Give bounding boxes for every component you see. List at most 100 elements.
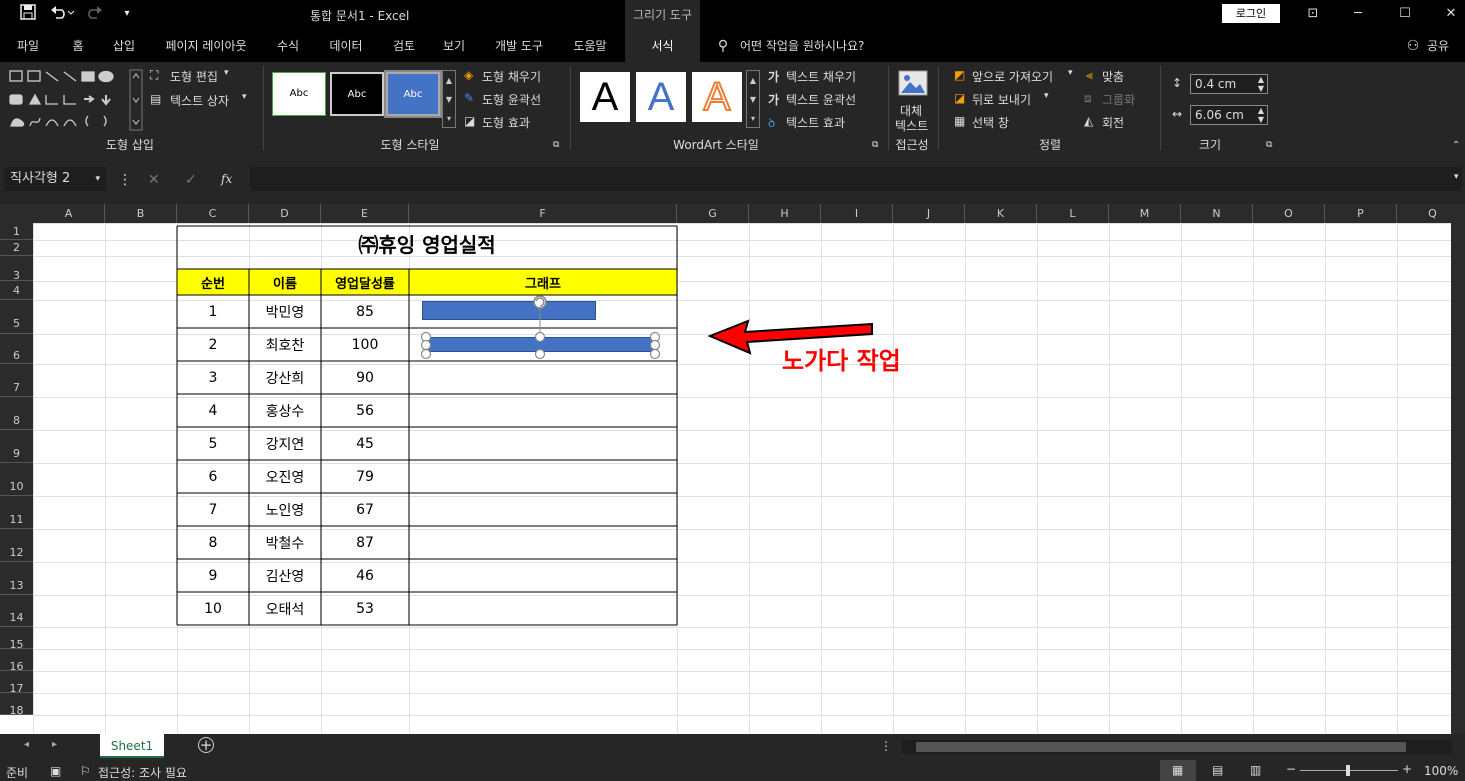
name-box[interactable]: 직사각형 2 ▾ (4, 167, 106, 191)
edit-shape-button[interactable]: 도형 편집 (170, 68, 218, 85)
tab-view[interactable]: 보기 (434, 30, 474, 62)
group-button[interactable]: 그룹화 (1102, 91, 1135, 108)
drawing-tools-context: 그리기 도구 (625, 0, 700, 30)
maximize-icon[interactable]: ☐ (1390, 5, 1420, 23)
shape-height-input[interactable]: 0.4 cm ▲ ▼ (1190, 74, 1268, 94)
tab-file[interactable]: 파일 (4, 30, 52, 62)
tab-data[interactable]: 데이터 (320, 30, 372, 62)
gallery-scroll[interactable]: ▲ ▼ ▾ (442, 70, 456, 128)
name-box-value: 직사각형 2 (10, 171, 71, 186)
tab-formulas[interactable]: 수식 (268, 30, 308, 62)
zoom-out-icon[interactable]: − (1286, 762, 1296, 776)
page-layout-view-icon[interactable]: ▤ (1212, 763, 1223, 777)
accessibility-status[interactable]: 접근성: 조사 필요 (98, 764, 187, 781)
worksheet[interactable]: ABCDEFGHIJKLMNOPQ 1 2 3 4 5 6 7 8 9 10 11 12 13 14 15 1… (0, 204, 1465, 734)
bring-forward-button[interactable]: 앞으로 가져오기 (972, 68, 1053, 85)
cancel-icon[interactable]: ✕ (148, 172, 160, 188)
send-backward-icon: ◪ (954, 91, 966, 105)
alt-text-label-2[interactable]: 텍스트 (895, 117, 928, 134)
gallery-scroll[interactable]: ▲ ▼ ▾ (746, 70, 760, 128)
zoom-slider-thumb[interactable] (1346, 765, 1350, 776)
tab-page-layout[interactable]: 페이지 레이아웃 (156, 30, 256, 62)
annotation-text: 노가다 작업 (782, 347, 901, 375)
status-bar: 준비 ▣ ⚐ 접근성: 조사 필요 ▦ ▤ ▥ − + 100% (0, 760, 1465, 781)
chevron-down-icon[interactable]: ▾ (95, 167, 100, 191)
add-sheet-button[interactable]: + (198, 737, 214, 753)
shape-width-input[interactable]: 6.06 cm ▲ ▼ (1190, 105, 1268, 125)
horizontal-scrollbar[interactable] (902, 740, 1452, 754)
save-icon[interactable] (18, 4, 38, 24)
more-icon[interactable]: ⋮ (880, 739, 892, 753)
tab-home[interactable]: 홈 (60, 30, 96, 62)
tab-format[interactable]: 서식 (625, 30, 700, 62)
normal-view-icon: ▦ (1172, 763, 1184, 777)
more-icon[interactable]: ⋮ (118, 172, 132, 188)
formula-bar: 직사각형 2 ▾ ⋮ ✕ ✓ fx ▾ (0, 154, 1465, 204)
text-outline-button[interactable]: 텍스트 윤곽선 (786, 91, 856, 108)
vertical-scrollbar[interactable] (1451, 223, 1465, 734)
group-label-insert-shapes: 도형 삽입 (106, 138, 154, 152)
wordart-style-blue[interactable]: A (636, 72, 686, 122)
align-button[interactable]: 맞춤 (1102, 68, 1124, 85)
dialog-launcher-icon[interactable]: ⧉ (872, 140, 878, 150)
function-icon[interactable]: fx (221, 172, 232, 186)
width-icon: ↔ (1172, 107, 1183, 121)
undo-icon[interactable] (48, 4, 76, 24)
dialog-launcher-icon[interactable]: ⧉ (553, 140, 559, 150)
zoom-level[interactable]: 100% (1424, 764, 1458, 778)
document-title: 통합 문서1 - Excel (310, 9, 410, 23)
group-label-arrange: 정렬 (1038, 138, 1062, 152)
scroll-thumb[interactable] (916, 742, 1406, 752)
page-break-view-icon[interactable]: ▥ (1250, 763, 1261, 777)
zoom-in-icon[interactable]: + (1402, 762, 1412, 776)
alt-text-icon[interactable] (898, 70, 928, 96)
login-button[interactable]: 로그인 (1222, 4, 1280, 23)
effects-icon: ◪ (464, 114, 476, 128)
spinner-icon[interactable]: ▲ ▼ (1258, 106, 1264, 124)
send-backward-button[interactable]: 뒤로 보내기 (972, 91, 1031, 108)
selection-handles[interactable] (410, 292, 670, 362)
tab-insert[interactable]: 삽입 (102, 30, 146, 62)
text-box-button[interactable]: 텍스트 상자 (170, 92, 229, 109)
minimize-icon[interactable]: ─ (1343, 5, 1373, 23)
formula-input[interactable] (250, 167, 1462, 191)
customize-toolbar-icon[interactable]: ▾ (118, 4, 136, 24)
shape-gallery[interactable] (8, 68, 144, 132)
scroll-right-icon[interactable]: ▸ (52, 739, 57, 750)
collapse-ribbon-icon[interactable]: ⌃ (1452, 140, 1460, 151)
dialog-launcher-icon[interactable]: ⧉ (1266, 140, 1272, 150)
expand-formula-icon[interactable]: ▾ (1454, 172, 1459, 182)
spinner-icon[interactable]: ▲ ▼ (1258, 75, 1264, 93)
selection-pane-button[interactable]: 선택 창 (972, 114, 1009, 131)
close-icon[interactable]: ✕ (1436, 5, 1465, 23)
tell-me-input[interactable]: 어떤 작업을 원하시나요? (740, 30, 890, 62)
thumb-label: Abc (347, 89, 367, 100)
shape-effects-button[interactable]: 도형 효과 (482, 114, 530, 131)
sheet-tab-sheet1[interactable]: Sheet1 (100, 734, 164, 758)
enter-icon[interactable]: ✓ (185, 172, 197, 188)
shape-style-thumb[interactable]: Abc (272, 72, 326, 116)
macro-record-icon[interactable]: ▣ (50, 764, 61, 778)
redo-icon[interactable] (84, 4, 110, 24)
wordart-style-orange[interactable]: A (692, 72, 742, 122)
text-effects-button[interactable]: 텍스트 효과 (786, 114, 845, 131)
ribbon-display-icon[interactable]: ⊡ (1298, 5, 1328, 23)
tab-developer[interactable]: 개발 도구 (484, 30, 554, 62)
thumb-label: Abc (289, 88, 309, 99)
wordart-style-black[interactable]: A (580, 72, 630, 122)
group-label-accessibility: 접근성 (895, 138, 929, 152)
shape-fill-button[interactable]: 도형 채우기 (482, 68, 541, 85)
tab-help[interactable]: 도움말 (562, 30, 618, 62)
share-button[interactable]: 공유 (1424, 30, 1452, 62)
lightbulb-icon: ⚲ (717, 38, 729, 54)
shape-style-thumb[interactable]: Abc (330, 72, 384, 116)
tab-review[interactable]: 검토 (382, 30, 426, 62)
scroll-left-icon[interactable]: ◂ (24, 739, 29, 750)
shape-outline-button[interactable]: 도형 윤곽선 (482, 91, 541, 108)
sheet-tab-bar: ◂ ▸ Sheet1 + ⋮ (0, 734, 1465, 760)
shape-style-thumb-selected[interactable]: Abc (384, 70, 442, 118)
text-fill-button[interactable]: 텍스트 채우기 (786, 68, 856, 85)
rotate-button[interactable]: 회전 (1102, 114, 1124, 131)
shapes-icon (9, 69, 143, 131)
text-box-icon: ▤ (150, 92, 162, 106)
